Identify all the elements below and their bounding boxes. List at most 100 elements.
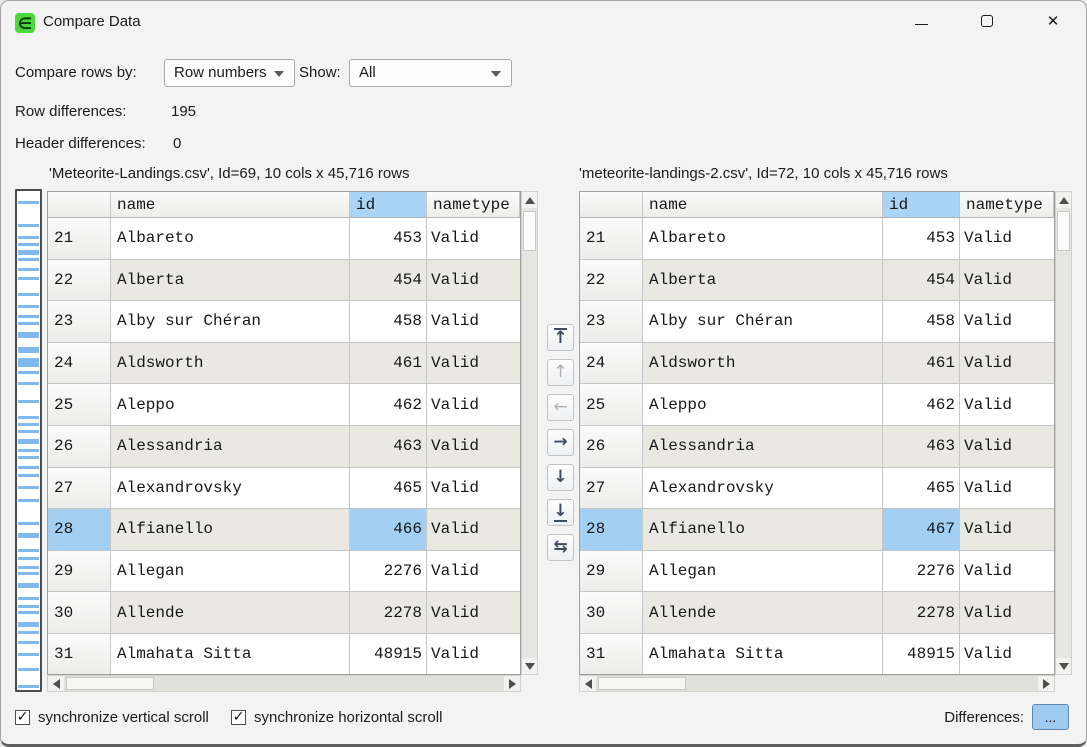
nametype-cell[interactable]: Valid: [960, 634, 1054, 675]
name-cell[interactable]: Alessandria: [643, 426, 883, 468]
name-cell[interactable]: Alby sur Chéran: [643, 301, 883, 343]
nametype-cell[interactable]: Valid: [960, 384, 1054, 426]
row-number-cell[interactable]: 31: [580, 634, 643, 675]
column-header-rownum[interactable]: [48, 192, 111, 218]
nametype-cell[interactable]: Valid: [960, 218, 1054, 260]
maximize-button[interactable]: [964, 3, 1010, 39]
name-cell[interactable]: Allende: [111, 592, 350, 634]
name-cell[interactable]: Alberta: [643, 260, 883, 302]
vertical-scrollbar[interactable]: [521, 191, 538, 675]
id-cell[interactable]: 458: [883, 301, 960, 343]
compare-rows-by-combobox[interactable]: Row numbers: [164, 59, 295, 87]
id-cell[interactable]: 462: [350, 384, 427, 426]
scroll-left-button[interactable]: [580, 676, 596, 691]
nametype-cell[interactable]: Valid: [960, 551, 1054, 593]
name-cell[interactable]: Alessandria: [111, 426, 350, 468]
name-cell[interactable]: Alberta: [111, 260, 350, 302]
show-combobox[interactable]: All: [349, 59, 512, 87]
column-header-nametype[interactable]: nametype: [427, 192, 520, 218]
first-difference-button[interactable]: ↑: [547, 324, 574, 351]
name-cell[interactable]: Aldsworth: [643, 343, 883, 385]
name-cell[interactable]: Alby sur Chéran: [111, 301, 350, 343]
name-cell[interactable]: Almahata Sitta: [111, 634, 350, 675]
name-cell[interactable]: Aleppo: [111, 384, 350, 426]
swap-sides-button[interactable]: ⇆: [547, 534, 574, 561]
minimize-button[interactable]: [898, 3, 944, 39]
scroll-up-button[interactable]: [522, 192, 537, 208]
row-number-cell[interactable]: 25: [580, 384, 643, 426]
nametype-cell[interactable]: Valid: [960, 260, 1054, 302]
row-number-cell[interactable]: 28: [580, 509, 643, 551]
name-cell[interactable]: Aldsworth: [111, 343, 350, 385]
id-cell[interactable]: 462: [883, 384, 960, 426]
id-cell[interactable]: 458: [350, 301, 427, 343]
nametype-cell[interactable]: Valid: [427, 301, 520, 343]
scroll-right-button[interactable]: [1038, 676, 1054, 691]
id-cell[interactable]: 463: [883, 426, 960, 468]
name-cell[interactable]: Almahata Sitta: [643, 634, 883, 675]
vertical-scrollbar[interactable]: [1055, 191, 1072, 675]
name-cell[interactable]: Allende: [643, 592, 883, 634]
row-number-cell[interactable]: 26: [580, 426, 643, 468]
scroll-left-button[interactable]: [48, 676, 64, 691]
name-cell[interactable]: Allegan: [111, 551, 350, 593]
name-cell[interactable]: Alexandrovsky: [111, 468, 350, 510]
vertical-scroll-thumb[interactable]: [1057, 211, 1070, 251]
id-cell[interactable]: 454: [883, 260, 960, 302]
row-number-cell[interactable]: 29: [580, 551, 643, 593]
nametype-cell[interactable]: Valid: [960, 343, 1054, 385]
scroll-down-button[interactable]: [1056, 658, 1071, 674]
nametype-cell[interactable]: Valid: [960, 592, 1054, 634]
close-button[interactable]: ✕: [1030, 3, 1076, 39]
scroll-down-button[interactable]: [522, 658, 537, 674]
name-cell[interactable]: Allegan: [643, 551, 883, 593]
differences-options-button[interactable]: ...: [1032, 704, 1069, 730]
nametype-cell[interactable]: Valid: [960, 301, 1054, 343]
name-cell[interactable]: Aleppo: [643, 384, 883, 426]
nametype-cell[interactable]: Valid: [427, 592, 520, 634]
row-number-cell[interactable]: 27: [580, 468, 643, 510]
row-number-cell[interactable]: 31: [48, 634, 111, 675]
row-number-cell[interactable]: 25: [48, 384, 111, 426]
row-number-cell[interactable]: 24: [580, 343, 643, 385]
id-cell[interactable]: 2276: [883, 551, 960, 593]
id-cell[interactable]: 465: [883, 468, 960, 510]
row-number-cell[interactable]: 23: [580, 301, 643, 343]
nametype-cell[interactable]: Valid: [427, 218, 520, 260]
vertical-scroll-thumb[interactable]: [523, 211, 536, 251]
row-number-cell[interactable]: 27: [48, 468, 111, 510]
name-cell[interactable]: Alfianello: [111, 509, 350, 551]
id-cell[interactable]: 453: [883, 218, 960, 260]
synchronize-vertical-scroll-checkbox[interactable]: ✓: [15, 710, 30, 725]
id-cell[interactable]: 48915: [350, 634, 427, 675]
horizontal-scrollbar[interactable]: [579, 675, 1055, 692]
nametype-cell[interactable]: Valid: [427, 509, 520, 551]
horizontal-scroll-thumb[interactable]: [598, 677, 686, 690]
row-number-cell[interactable]: 30: [580, 592, 643, 634]
previous-difference-button[interactable]: ↑: [547, 359, 574, 386]
copy-to-right-button[interactable]: →: [547, 429, 574, 456]
column-header-name[interactable]: name: [111, 192, 350, 218]
id-cell[interactable]: 461: [350, 343, 427, 385]
nametype-cell[interactable]: Valid: [427, 343, 520, 385]
id-cell[interactable]: 465: [350, 468, 427, 510]
nametype-cell[interactable]: Valid: [427, 384, 520, 426]
column-header-nametype[interactable]: nametype: [960, 192, 1054, 218]
row-number-cell[interactable]: 30: [48, 592, 111, 634]
nametype-cell[interactable]: Valid: [427, 426, 520, 468]
synchronize-horizontal-scroll-checkbox[interactable]: ✓: [231, 710, 246, 725]
nametype-cell[interactable]: Valid: [960, 426, 1054, 468]
next-difference-button[interactable]: ↓: [547, 464, 574, 491]
row-number-cell[interactable]: 21: [48, 218, 111, 260]
column-header-name[interactable]: name: [643, 192, 883, 218]
row-number-cell[interactable]: 22: [580, 260, 643, 302]
row-number-cell[interactable]: 29: [48, 551, 111, 593]
row-number-cell[interactable]: 22: [48, 260, 111, 302]
name-cell[interactable]: Albareto: [643, 218, 883, 260]
id-cell[interactable]: 463: [350, 426, 427, 468]
id-cell[interactable]: 454: [350, 260, 427, 302]
column-header-rownum[interactable]: [580, 192, 643, 218]
nametype-cell[interactable]: Valid: [427, 260, 520, 302]
column-header-id[interactable]: id: [350, 192, 427, 218]
id-cell[interactable]: 2276: [350, 551, 427, 593]
